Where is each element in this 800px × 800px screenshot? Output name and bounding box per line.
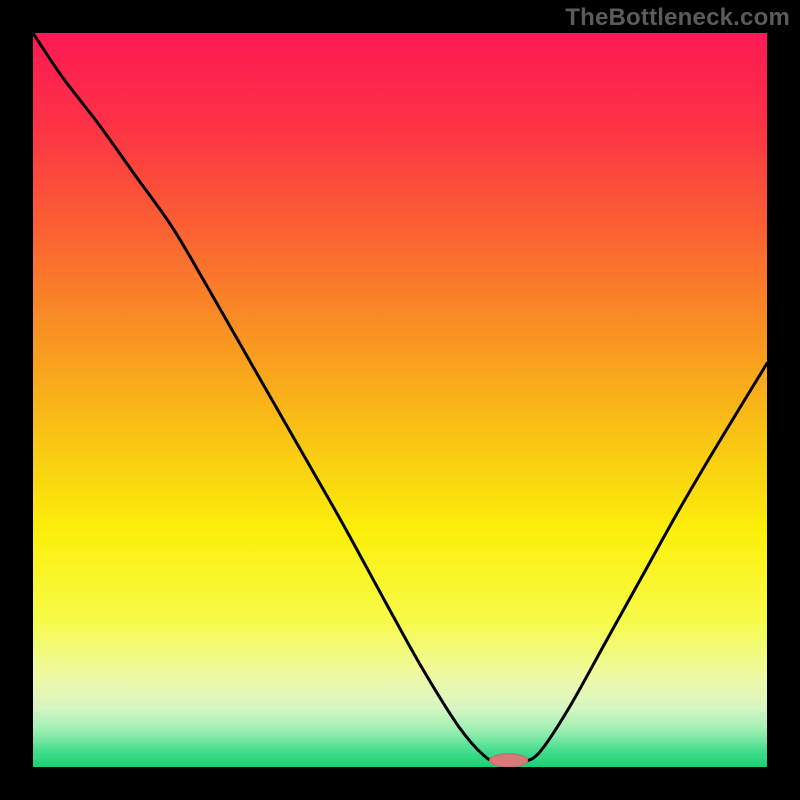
watermark-text: TheBottleneck.com bbox=[565, 4, 790, 32]
optimum-marker bbox=[490, 754, 528, 767]
plot-area bbox=[33, 33, 767, 767]
chart-svg bbox=[33, 33, 767, 767]
chart-frame: TheBottleneck.com bbox=[0, 0, 800, 800]
gradient-background bbox=[33, 33, 767, 767]
